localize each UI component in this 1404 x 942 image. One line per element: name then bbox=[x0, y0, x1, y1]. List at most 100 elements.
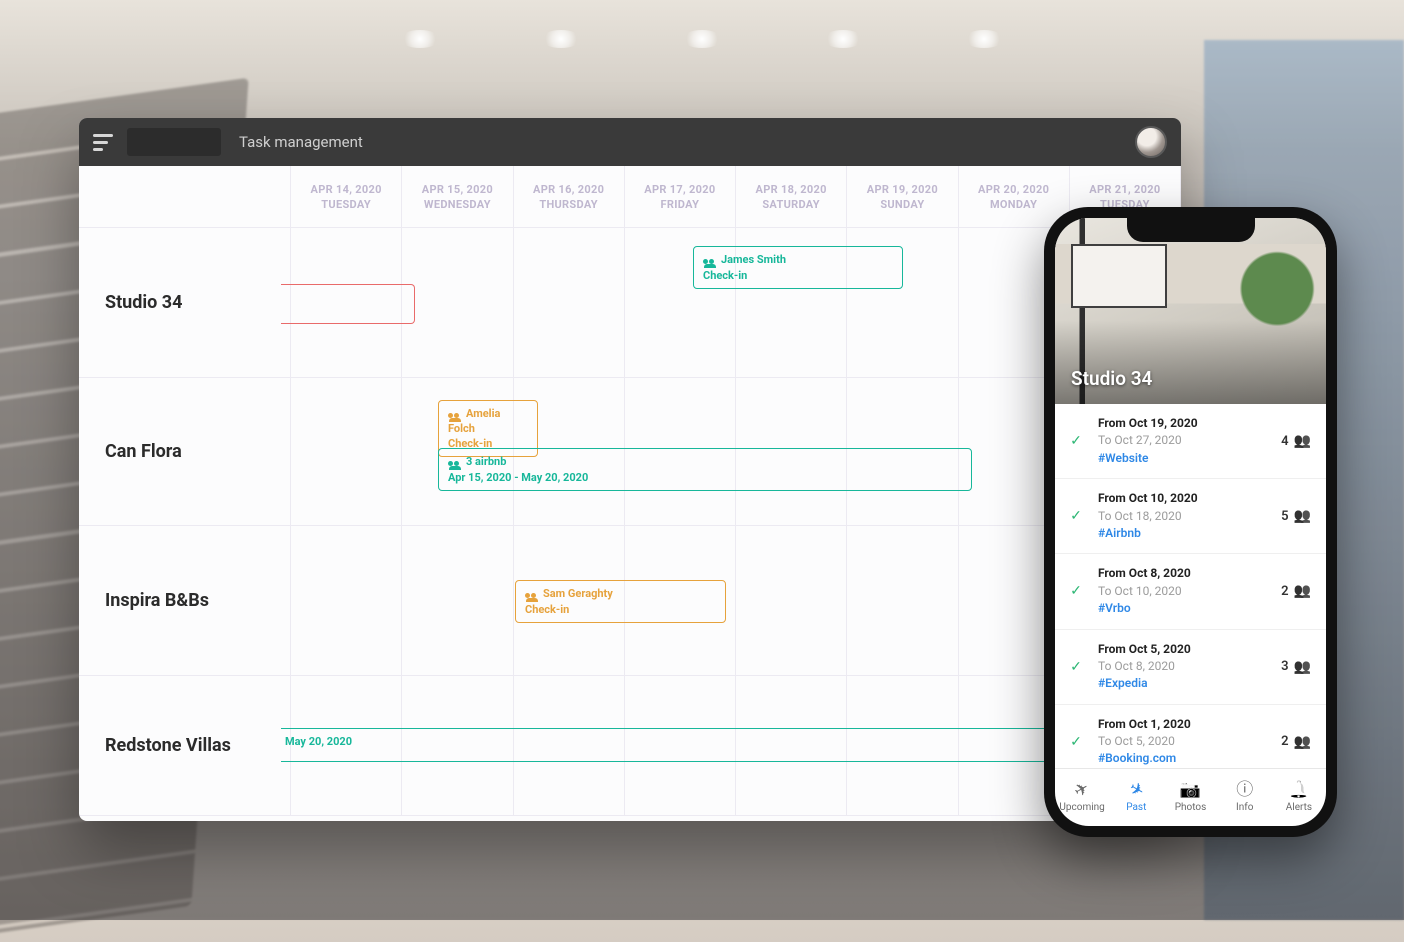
event-subtitle: Check-in bbox=[703, 269, 893, 283]
reservation-to: To Oct 10, 2020 bbox=[1098, 583, 1267, 600]
tab-info[interactable]: Info bbox=[1218, 769, 1272, 826]
column-day: SUNDAY bbox=[880, 198, 924, 211]
property-title: Studio 34 bbox=[1071, 367, 1152, 390]
reservation-to: To Oct 8, 2020 bbox=[1098, 658, 1267, 675]
tab-label: Alerts bbox=[1286, 802, 1312, 813]
reservation-source: #Expedia bbox=[1098, 675, 1267, 692]
reservation-info: From Oct 1, 2020To Oct 5, 2020#Booking.c… bbox=[1098, 716, 1267, 768]
column-date: APR 16, 2020 bbox=[533, 183, 604, 196]
calendar-column-header: APR 18, 2020 SATURDAY bbox=[736, 166, 847, 227]
guests-icon bbox=[525, 593, 538, 602]
reservation-info: From Oct 10, 2020To Oct 18, 2020#Airbnb bbox=[1098, 490, 1267, 542]
reservation-from: From Oct 10, 2020 bbox=[1098, 490, 1267, 507]
guests-icon bbox=[1294, 659, 1311, 675]
calendar-column-header: APR 16, 2020 THURSDAY bbox=[514, 166, 625, 227]
reservation-list[interactable]: From Oct 19, 2020To Oct 27, 2020#Website… bbox=[1055, 404, 1326, 768]
event-date-text: May 20, 2020 bbox=[285, 735, 352, 748]
plane-arrival-icon bbox=[1129, 782, 1143, 799]
tab-upcoming[interactable]: Upcoming bbox=[1055, 769, 1109, 826]
event-guest-name: 3 airbnb bbox=[466, 455, 506, 468]
column-date: APR 15, 2020 bbox=[422, 183, 493, 196]
guest-count: 4 bbox=[1281, 434, 1288, 449]
info-icon bbox=[1236, 782, 1253, 799]
reservation-guests: 5 bbox=[1281, 508, 1311, 524]
property-row-inspira: Inspira B&Bs Sam Geraghty Check-in bbox=[79, 526, 1181, 676]
tab-label: Past bbox=[1126, 802, 1146, 813]
reservation-source: #Airbnb bbox=[1098, 525, 1267, 542]
reservation-item[interactable]: From Oct 1, 2020To Oct 5, 2020#Booking.c… bbox=[1055, 705, 1326, 768]
tab-bar: Upcoming Past Photos Info Alerts bbox=[1055, 768, 1326, 826]
guests-icon bbox=[448, 413, 461, 422]
phone-screen: Studio 34 From Oct 19, 2020To Oct 27, 20… bbox=[1055, 218, 1326, 826]
event-james-smith[interactable]: James Smith Check-in bbox=[693, 246, 903, 289]
event-subtitle: Check-in bbox=[525, 603, 716, 617]
tab-label: Info bbox=[1236, 802, 1253, 813]
column-date: APR 14, 2020 bbox=[311, 183, 382, 196]
tab-label: Upcoming bbox=[1059, 802, 1104, 813]
property-label: Can Flora bbox=[79, 378, 291, 525]
column-day: SATURDAY bbox=[762, 198, 820, 211]
property-row-can-flora: Can Flora Amelia Folch Check-in 3 airbnb… bbox=[79, 378, 1181, 526]
reservation-info: From Oct 19, 2020To Oct 27, 2020#Website bbox=[1098, 415, 1267, 467]
event-subtitle: Apr 15, 2020 - May 20, 2020 bbox=[448, 471, 962, 485]
column-date: APR 18, 2020 bbox=[756, 183, 827, 196]
tab-photos[interactable]: Photos bbox=[1163, 769, 1217, 826]
reservation-to: To Oct 5, 2020 bbox=[1098, 733, 1267, 750]
reservation-guests: 3 bbox=[1281, 659, 1311, 675]
event-3-airbnb[interactable]: 3 airbnb Apr 15, 2020 - May 20, 2020 bbox=[438, 448, 972, 491]
phone-notch bbox=[1127, 218, 1255, 242]
calendar-column-header: APR 17, 2020 FRIDAY bbox=[625, 166, 736, 227]
reservation-source: #Website bbox=[1098, 450, 1267, 467]
event-sam-geraghty[interactable]: Sam Geraghty Check-in bbox=[515, 580, 726, 623]
user-avatar[interactable] bbox=[1135, 126, 1167, 158]
property-label: Redstone Villas bbox=[79, 676, 291, 815]
brand-logo bbox=[127, 128, 221, 156]
guests-icon bbox=[1294, 433, 1311, 449]
reservation-source: #Booking.com bbox=[1098, 750, 1267, 767]
hero-artwork bbox=[1077, 250, 1157, 298]
guests-icon bbox=[1294, 734, 1311, 750]
calendar-column-header: APR 14, 2020 TUESDAY bbox=[291, 166, 402, 227]
task-management-window: Task management APR 14, 2020TUESDAYAPR 1… bbox=[79, 118, 1181, 821]
app-header: Task management bbox=[79, 118, 1181, 166]
reservation-item[interactable]: From Oct 10, 2020To Oct 18, 2020#Airbnb 5 bbox=[1055, 479, 1326, 554]
column-day: FRIDAY bbox=[661, 198, 700, 211]
tab-past[interactable]: Past bbox=[1109, 769, 1163, 826]
tab-alerts[interactable]: Alerts bbox=[1272, 769, 1326, 826]
camera-icon bbox=[1180, 782, 1201, 799]
reservation-from: From Oct 19, 2020 bbox=[1098, 415, 1267, 432]
plane-departure-icon bbox=[1075, 782, 1089, 799]
reservation-item[interactable]: From Oct 5, 2020To Oct 8, 2020#Expedia 3 bbox=[1055, 630, 1326, 705]
event-empty-red[interactable] bbox=[281, 284, 415, 324]
column-date: APR 17, 2020 bbox=[644, 183, 715, 196]
reservation-info: From Oct 8, 2020To Oct 10, 2020#Vrbo bbox=[1098, 565, 1267, 617]
check-icon bbox=[1068, 734, 1084, 750]
reservation-to: To Oct 18, 2020 bbox=[1098, 508, 1267, 525]
reservation-guests: 2 bbox=[1281, 583, 1311, 599]
column-date: APR 21, 2020 bbox=[1089, 183, 1160, 196]
guest-count: 2 bbox=[1281, 734, 1288, 749]
menu-icon[interactable] bbox=[93, 130, 117, 154]
property-hero: Studio 34 bbox=[1055, 218, 1326, 404]
property-label: Studio 34 bbox=[79, 228, 291, 377]
check-icon bbox=[1068, 433, 1084, 449]
guest-count: 3 bbox=[1281, 659, 1288, 674]
reservation-info: From Oct 5, 2020To Oct 8, 2020#Expedia bbox=[1098, 641, 1267, 693]
reservation-guests: 4 bbox=[1281, 433, 1311, 449]
reservation-item[interactable]: From Oct 8, 2020To Oct 10, 2020#Vrbo 2 bbox=[1055, 554, 1326, 629]
calendar-column-header: APR 15, 2020WEDNESDAY bbox=[402, 166, 513, 227]
column-day: THURSDAY bbox=[539, 198, 598, 211]
calendar-column-header: APR 20, 2020MONDAY bbox=[959, 166, 1070, 227]
check-icon bbox=[1068, 583, 1084, 599]
check-icon bbox=[1068, 659, 1084, 675]
reservation-item[interactable]: From Oct 19, 2020To Oct 27, 2020#Website… bbox=[1055, 404, 1326, 479]
reservation-guests: 2 bbox=[1281, 734, 1311, 750]
column-day: TUESDAY bbox=[321, 198, 371, 211]
property-label: Inspira B&Bs bbox=[79, 526, 291, 675]
guest-count: 2 bbox=[1281, 584, 1288, 599]
bell-icon bbox=[1288, 782, 1309, 799]
calendar-grid: APR 14, 2020 TUESDAY APR 15, 2020WEDNESDAY… bbox=[79, 166, 1181, 821]
guests-icon bbox=[1294, 508, 1311, 524]
phone-mockup: Studio 34 From Oct 19, 2020To Oct 27, 20… bbox=[1044, 207, 1337, 837]
reservation-to: To Oct 27, 2020 bbox=[1098, 432, 1267, 449]
